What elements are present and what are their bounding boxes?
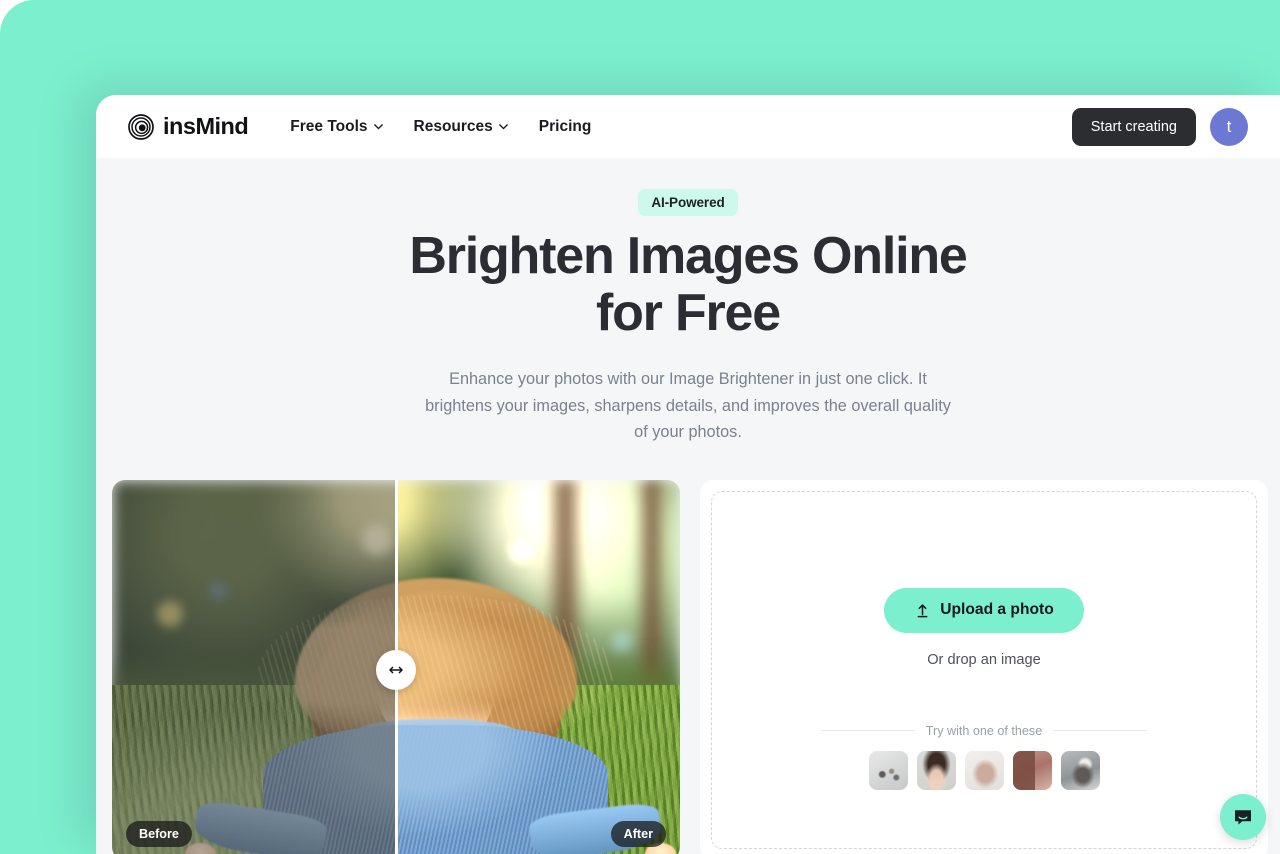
divider-rule-left <box>821 730 915 732</box>
nav-item-pricing[interactable]: Pricing <box>539 118 592 136</box>
nav-label: Pricing <box>538 117 592 135</box>
sample-woman-portrait[interactable] <box>916 750 956 790</box>
sample-handbag[interactable] <box>964 750 1004 790</box>
nav-item-free-tools[interactable]: Free Tools <box>290 118 383 136</box>
after-image <box>397 479 680 854</box>
after-label: After <box>610 820 666 847</box>
before-image <box>112 479 395 854</box>
site-header: insMind Free Tools Resources Pricing Sta… <box>96 95 1280 158</box>
tool-row: Before After Upload a photo Or drop an i… <box>96 479 1280 854</box>
before-after-comparison[interactable]: Before After <box>112 479 680 854</box>
page-title-line-1: Brighten Images Online <box>409 227 967 285</box>
drop-image-hint: Or drop an image <box>927 651 1041 668</box>
user-avatar[interactable]: t <box>1210 107 1248 146</box>
upload-card: Upload a photo Or drop an image Try with… <box>700 479 1268 854</box>
hero-subtitle: Enhance your photos with our Image Brigh… <box>425 370 951 442</box>
divider-rule-right <box>1053 730 1147 732</box>
chevron-down-icon <box>373 124 383 130</box>
upload-photo-label: Upload a photo <box>940 601 1054 619</box>
before-label: Before <box>126 820 192 847</box>
screenshot-viewport: insMind Free Tools Resources Pricing Sta… <box>0 0 1280 854</box>
concentric-circles-logo-icon <box>128 113 154 140</box>
chat-launcher-button[interactable] <box>1220 794 1266 840</box>
dropzone[interactable]: Upload a photo Or drop an image Try with… <box>711 490 1257 849</box>
park-photo-after <box>397 479 680 854</box>
browser-window: insMind Free Tools Resources Pricing Sta… <box>96 95 1280 854</box>
sample-thumbnails <box>868 750 1100 790</box>
nav-item-resources[interactable]: Resources <box>414 118 509 136</box>
sample-cosmetics-flatlay[interactable] <box>868 750 908 790</box>
upload-photo-button[interactable]: Upload a photo <box>884 587 1084 633</box>
hero-section: AI-Powered Brighten Images Online for Fr… <box>96 158 1280 446</box>
chat-bubble-smile-icon <box>1235 810 1251 825</box>
header-actions: Start creating t <box>1071 107 1248 146</box>
brand-name: insMind <box>163 113 249 139</box>
brand-logo[interactable]: insMind <box>128 113 249 140</box>
chevron-down-icon <box>498 124 508 130</box>
page-title-line-2: for Free <box>595 283 781 342</box>
page-title: Brighten Images Online for Free <box>96 228 1280 341</box>
ai-powered-badge: AI-Powered <box>638 189 738 216</box>
left-right-arrow-icon <box>389 666 403 673</box>
park-photo-before <box>112 479 395 854</box>
upload-arrow-icon <box>917 603 928 617</box>
sample-cat[interactable] <box>1060 750 1100 790</box>
nav-label: Resources <box>413 117 493 135</box>
nav-label: Free Tools <box>290 117 368 135</box>
comparison-slider-handle[interactable] <box>376 649 416 690</box>
sample-cosmetic-bottles[interactable] <box>1012 750 1052 790</box>
try-samples-divider: Try with one of these <box>821 724 1147 738</box>
start-creating-button[interactable]: Start creating <box>1071 107 1196 146</box>
try-samples-label: Try with one of these <box>925 723 1043 738</box>
main-nav: Free Tools Resources Pricing <box>290 118 591 136</box>
